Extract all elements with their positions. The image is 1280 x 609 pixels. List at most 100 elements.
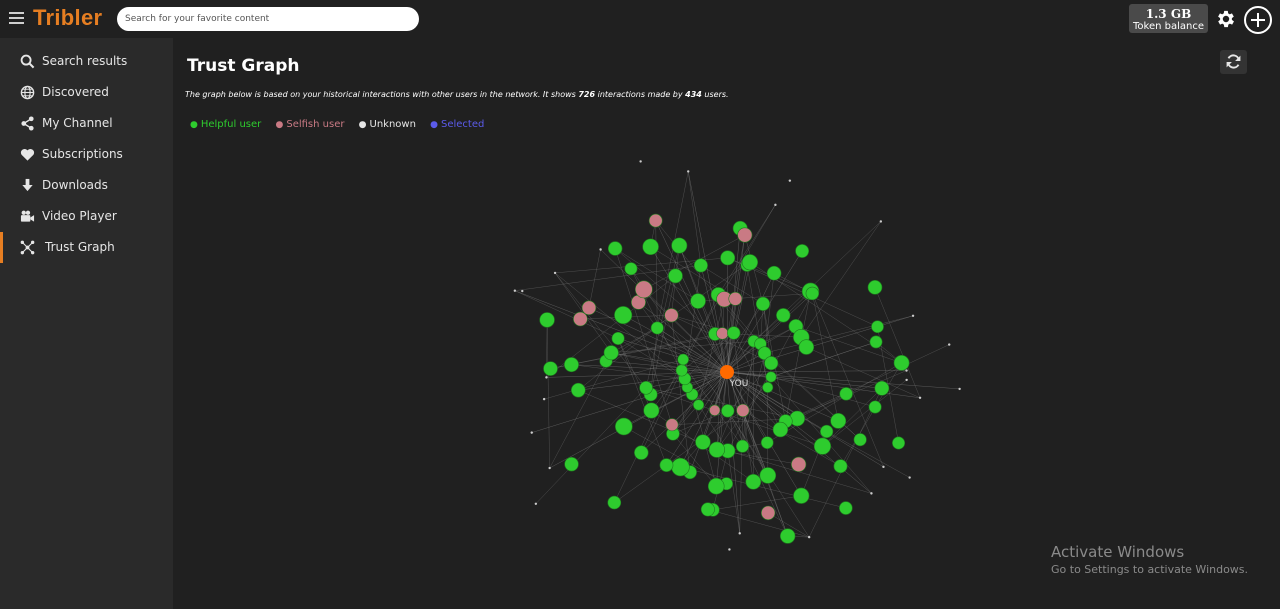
graph-node[interactable]	[762, 381, 774, 393]
graph-node[interactable]	[871, 320, 884, 334]
graph-node[interactable]	[639, 160, 642, 163]
graph-node[interactable]	[874, 380, 890, 396]
graph-node[interactable]	[839, 501, 853, 515]
graph-node[interactable]	[687, 170, 690, 173]
graph-node[interactable]	[793, 487, 810, 504]
graph-node[interactable]	[548, 466, 551, 470]
graph-node[interactable]	[765, 371, 777, 383]
graph-node[interactable]	[643, 402, 660, 419]
sidebar-item-my-channel[interactable]: My Channel	[0, 108, 173, 139]
graph-node[interactable]	[958, 387, 961, 391]
graph-node[interactable]	[521, 289, 524, 293]
graph-node[interactable]	[798, 339, 815, 355]
graph-node[interactable]	[615, 417, 633, 436]
graph-node[interactable]	[639, 381, 653, 395]
graph-node[interactable]	[695, 434, 711, 450]
graph-node[interactable]	[700, 502, 715, 517]
graph-node[interactable]	[813, 437, 832, 455]
graph-node[interactable]	[708, 441, 725, 458]
graph-node[interactable]	[853, 433, 867, 447]
graph-node[interactable]	[721, 404, 735, 418]
graph-node[interactable]	[774, 203, 777, 207]
graph-node[interactable]	[795, 244, 810, 258]
graph-node[interactable]	[642, 238, 659, 256]
you-node[interactable]	[720, 365, 734, 379]
trust-graph[interactable]: YOU	[173, 138, 1280, 609]
graph-node[interactable]	[564, 357, 579, 373]
graph-node[interactable]	[564, 457, 579, 472]
graph-node[interactable]	[624, 262, 638, 276]
graph-node[interactable]	[759, 467, 777, 484]
graph-node[interactable]	[738, 532, 741, 535]
graph-node[interactable]	[893, 354, 910, 371]
graph-node[interactable]	[918, 396, 922, 399]
graph-node[interactable]	[833, 459, 848, 474]
graph-node[interactable]	[668, 268, 683, 284]
token-balance[interactable]: 1.3 GB Token balance	[1129, 4, 1208, 33]
graph-node[interactable]	[839, 387, 853, 401]
graph-node[interactable]	[530, 431, 533, 434]
graph-node[interactable]	[545, 376, 548, 379]
sidebar-item-subscriptions[interactable]: Subscriptions	[0, 139, 173, 170]
graph-node[interactable]	[677, 353, 689, 366]
graph-node[interactable]	[664, 308, 679, 323]
graph-node[interactable]	[671, 237, 688, 254]
sidebar-item-discovered[interactable]: Discovered	[0, 77, 173, 108]
graph-node[interactable]	[869, 335, 883, 349]
sidebar-item-search-results[interactable]: Search results	[0, 46, 173, 77]
graph-node[interactable]	[542, 397, 546, 401]
graph-node[interactable]	[908, 476, 911, 479]
graph-node[interactable]	[659, 458, 674, 472]
graph-node[interactable]	[543, 361, 558, 376]
graph-node[interactable]	[905, 378, 908, 382]
graph-node[interactable]	[611, 331, 625, 345]
graph-node[interactable]	[772, 421, 789, 438]
sidebar-item-trust-graph[interactable]: Trust Graph	[0, 232, 173, 263]
graph-node[interactable]	[573, 311, 588, 327]
sidebar-item-downloads[interactable]: Downloads	[0, 170, 173, 201]
graph-node[interactable]	[716, 327, 729, 340]
menu-icon[interactable]	[9, 12, 24, 25]
graph-node[interactable]	[539, 312, 555, 328]
graph-node[interactable]	[693, 258, 708, 273]
graph-node[interactable]	[720, 250, 736, 266]
graph-node[interactable]	[690, 293, 706, 309]
search-input[interactable]	[117, 7, 419, 31]
graph-node[interactable]	[634, 445, 649, 460]
graph-node[interactable]	[513, 289, 517, 292]
graph-node[interactable]	[709, 404, 721, 416]
add-circle-icon[interactable]	[1243, 5, 1273, 35]
graph-node[interactable]	[766, 265, 782, 281]
graph-node[interactable]	[755, 296, 771, 311]
refresh-button[interactable]	[1220, 50, 1247, 74]
graph-node[interactable]	[760, 436, 774, 449]
graph-node[interactable]	[745, 473, 762, 490]
graph-node[interactable]	[805, 286, 820, 301]
graph-node[interactable]	[867, 280, 883, 295]
graph-node[interactable]	[776, 308, 791, 323]
graph-node[interactable]	[830, 413, 847, 429]
app-logo[interactable]: Tribler	[33, 5, 102, 31]
graph-node[interactable]	[727, 326, 741, 340]
graph-node[interactable]	[870, 492, 873, 495]
graph-node[interactable]	[671, 457, 690, 477]
graph-node[interactable]	[607, 495, 622, 510]
graph-node[interactable]	[571, 382, 586, 398]
graph-node[interactable]	[599, 248, 602, 251]
graph-node[interactable]	[675, 364, 688, 377]
sidebar-item-video-player[interactable]: Video Player	[0, 201, 173, 232]
gear-icon[interactable]	[1215, 8, 1237, 30]
graph-node[interactable]	[650, 321, 664, 335]
graph-node[interactable]	[648, 213, 663, 228]
graph-node[interactable]	[764, 356, 779, 371]
graph-node[interactable]	[736, 403, 750, 418]
graph-node[interactable]	[553, 271, 557, 275]
graph-node[interactable]	[791, 456, 807, 472]
graph-node[interactable]	[614, 306, 633, 325]
graph-node[interactable]	[736, 439, 749, 453]
graph-node[interactable]	[892, 436, 906, 450]
graph-node[interactable]	[780, 528, 796, 544]
graph-node[interactable]	[634, 280, 653, 299]
graph-node[interactable]	[603, 345, 619, 361]
graph-node[interactable]	[707, 477, 725, 495]
